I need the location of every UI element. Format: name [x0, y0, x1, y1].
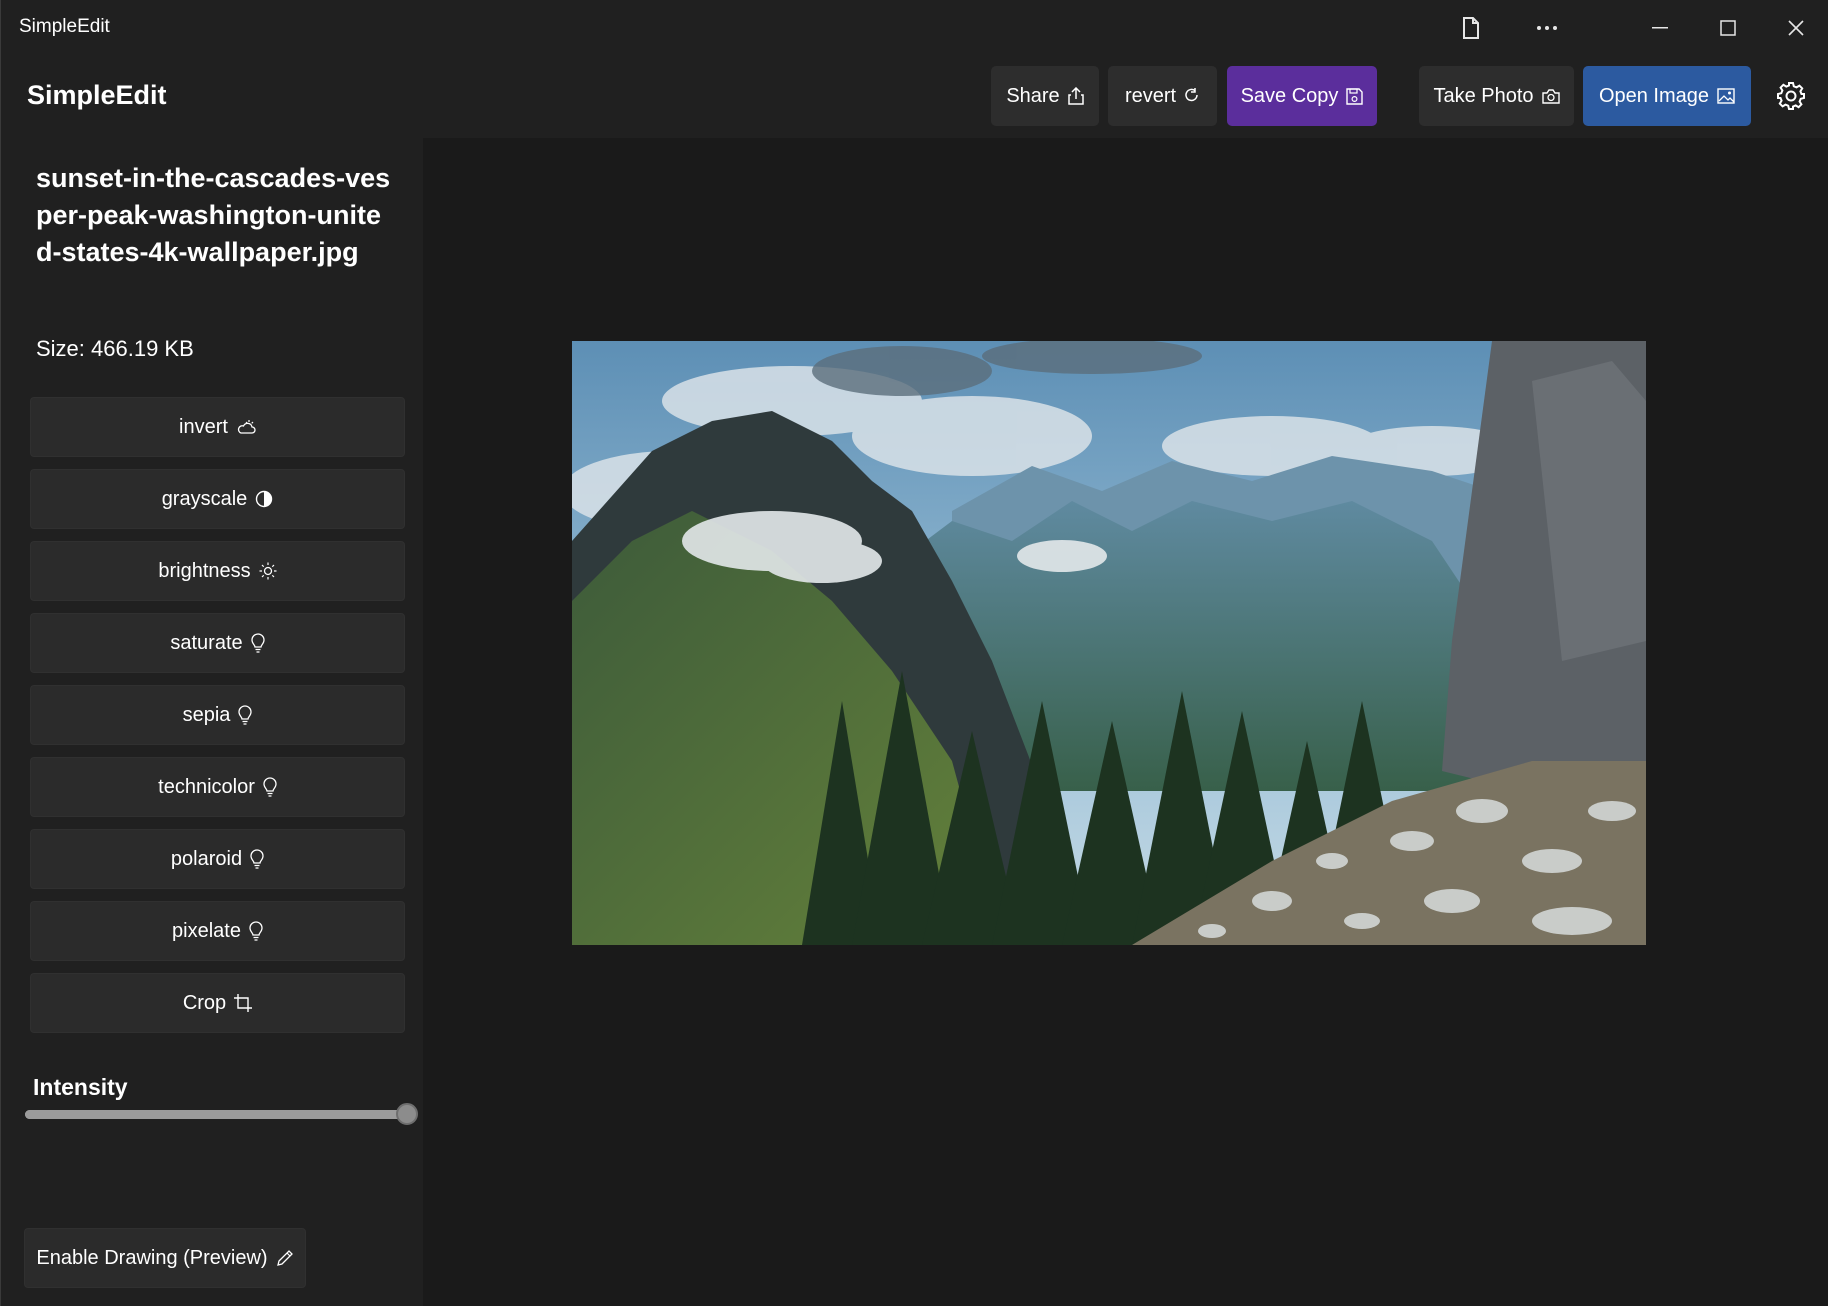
camera-icon [1541, 88, 1560, 104]
brightness-button[interactable]: brightness [30, 541, 405, 601]
image-icon [1717, 88, 1735, 104]
photo-preview [572, 341, 1646, 945]
image-canvas[interactable] [423, 138, 1828, 1306]
pixelate-label: pixelate [172, 919, 241, 942]
cloud-sun-icon [236, 419, 256, 435]
share-button[interactable]: Share [991, 66, 1099, 126]
intensity-slider[interactable] [25, 1102, 418, 1126]
saturate-button[interactable]: saturate [30, 613, 405, 673]
pixelate-button[interactable]: pixelate [30, 901, 405, 961]
mountain-landscape-image [572, 341, 1646, 945]
enable-drawing-button[interactable]: Enable Drawing (Preview) [24, 1228, 306, 1288]
saturate-label: saturate [170, 631, 243, 654]
maximize-button[interactable] [1705, 0, 1751, 56]
crop-icon [234, 994, 253, 1012]
contrast-icon [255, 490, 273, 508]
lightbulb-icon [250, 849, 264, 869]
polaroid-button[interactable]: polaroid [30, 829, 405, 889]
open-image-button[interactable]: Open Image [1583, 66, 1751, 126]
invert-label: invert [179, 415, 228, 438]
lightbulb-icon [263, 777, 277, 797]
more-options-icon[interactable] [1529, 0, 1565, 56]
slider-fill [25, 1110, 407, 1119]
file-name: sunset-in-the-cascades-vesper-peak-washi… [36, 163, 391, 267]
share-icon [1067, 87, 1084, 105]
crop-button[interactable]: Crop [30, 973, 405, 1033]
minimize-button[interactable] [1637, 0, 1683, 56]
save-copy-label: Save Copy [1240, 84, 1339, 107]
title-bar: SimpleEdit [1, 0, 1828, 56]
pen-icon [276, 1249, 294, 1267]
share-label: Share [1006, 84, 1060, 107]
brightness-label: brightness [158, 559, 251, 582]
settings-gear-icon[interactable] [1773, 78, 1809, 114]
lightbulb-icon [249, 921, 263, 941]
sepia-label: sepia [182, 703, 231, 726]
slider-thumb[interactable] [396, 1103, 418, 1125]
technicolor-label: technicolor [158, 775, 255, 798]
polaroid-label: polaroid [170, 847, 243, 870]
open-image-label: Open Image [1598, 84, 1710, 107]
lightbulb-icon [250, 633, 265, 653]
intensity-label: Intensity [33, 1074, 128, 1100]
app-name: SimpleEdit [27, 80, 167, 110]
enable-drawing-label: Enable Drawing (Preview) [36, 1246, 268, 1269]
window-title: SimpleEdit [19, 16, 110, 37]
app-window: SimpleEdit SimpleEdit Share revert Save … [0, 0, 1828, 1306]
lightbulb-icon [238, 705, 253, 725]
take-photo-button[interactable]: Take Photo [1419, 66, 1574, 126]
revert-label: revert [1124, 84, 1177, 107]
file-size: Size: 466.19 KB [36, 336, 194, 361]
grayscale-button[interactable]: grayscale [30, 469, 405, 529]
refresh-icon [1184, 87, 1200, 105]
grayscale-label: grayscale [161, 487, 248, 510]
take-photo-label: Take Photo [1433, 84, 1534, 107]
app-header: SimpleEdit Share revert Save Copy Take P… [1, 56, 1828, 138]
save-copy-button[interactable]: Save Copy [1227, 66, 1377, 126]
revert-button[interactable]: revert [1108, 66, 1217, 126]
save-icon [1346, 87, 1364, 105]
sun-icon [259, 562, 277, 580]
close-button[interactable] [1773, 0, 1819, 56]
technicolor-button[interactable]: technicolor [30, 757, 405, 817]
sepia-button[interactable]: sepia [30, 685, 405, 745]
sidebar: sunset-in-the-cascades-vesper-peak-washi… [1, 138, 423, 1306]
file-icon[interactable] [1453, 0, 1489, 56]
crop-label: Crop [182, 991, 227, 1014]
invert-button[interactable]: invert [30, 397, 405, 457]
